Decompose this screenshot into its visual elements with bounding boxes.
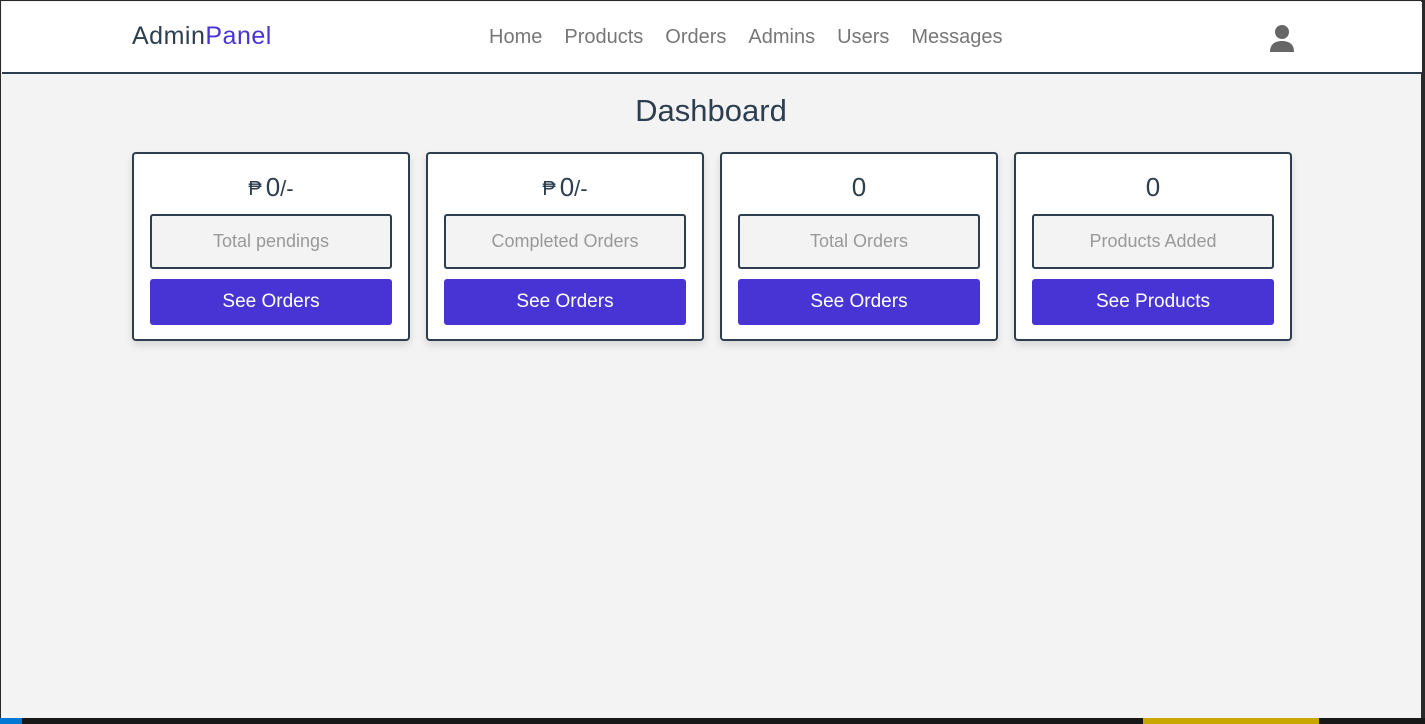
- card-label: Products Added: [1032, 214, 1274, 269]
- navbar: AdminPanel Home Products Orders Admins U…: [2, 2, 1422, 74]
- card-total-pendings: ₱ 0/- Total pendings See Orders: [132, 152, 410, 341]
- nav-messages[interactable]: Messages: [911, 26, 1002, 49]
- see-orders-button[interactable]: See Orders: [738, 279, 980, 325]
- nav-products[interactable]: Products: [564, 26, 643, 49]
- see-products-button[interactable]: See Products: [1032, 279, 1274, 325]
- remote-indicator[interactable]: [0, 718, 22, 724]
- browser-viewport: AdminPanel Home Products Orders Admins U…: [0, 0, 1425, 724]
- card-completed-orders: ₱ 0/- Completed Orders See Orders: [426, 152, 704, 341]
- nav-users[interactable]: Users: [837, 26, 889, 49]
- peso-icon: ₱: [542, 178, 556, 200]
- nav-home[interactable]: Home: [489, 26, 542, 49]
- card-value: 0: [1032, 170, 1274, 214]
- card-value-number: 0: [1145, 172, 1161, 202]
- brand-text-panel: Panel: [205, 22, 272, 50]
- brand-logo[interactable]: AdminPanel: [132, 22, 272, 51]
- card-value: 0: [738, 170, 980, 214]
- user-icon[interactable]: [1268, 24, 1296, 54]
- see-orders-button[interactable]: See Orders: [444, 279, 686, 325]
- card-value-suffix: /-: [574, 176, 588, 201]
- page-title: Dashboard: [635, 93, 787, 128]
- card-label: Completed Orders: [444, 214, 686, 269]
- card-value-suffix: /-: [280, 176, 294, 201]
- see-orders-button[interactable]: See Orders: [150, 279, 392, 325]
- card-value: ₱ 0/-: [444, 170, 686, 214]
- card-label: Total Orders: [738, 214, 980, 269]
- card-label: Total pendings: [150, 214, 392, 269]
- peso-icon: ₱: [248, 178, 262, 200]
- card-value-number: 0: [559, 172, 575, 202]
- card-value-number: 0: [265, 172, 281, 202]
- card-value: ₱ 0/-: [150, 170, 392, 214]
- status-warning[interactable]: [1143, 718, 1319, 724]
- card-total-orders: 0 Total Orders See Orders: [720, 152, 998, 341]
- card-products-added: 0 Products Added See Products: [1014, 152, 1292, 341]
- card-value-number: 0: [851, 172, 867, 202]
- nav-orders[interactable]: Orders: [665, 26, 726, 49]
- editor-status-bar: [0, 718, 1425, 724]
- main-nav: Home Products Orders Admins Users Messag…: [489, 26, 1025, 49]
- nav-admins[interactable]: Admins: [748, 26, 815, 49]
- brand-text-admin: Admin: [132, 22, 206, 50]
- stats-cards: ₱ 0/- Total pendings See Orders ₱ 0/- Comp…: [132, 152, 1292, 341]
